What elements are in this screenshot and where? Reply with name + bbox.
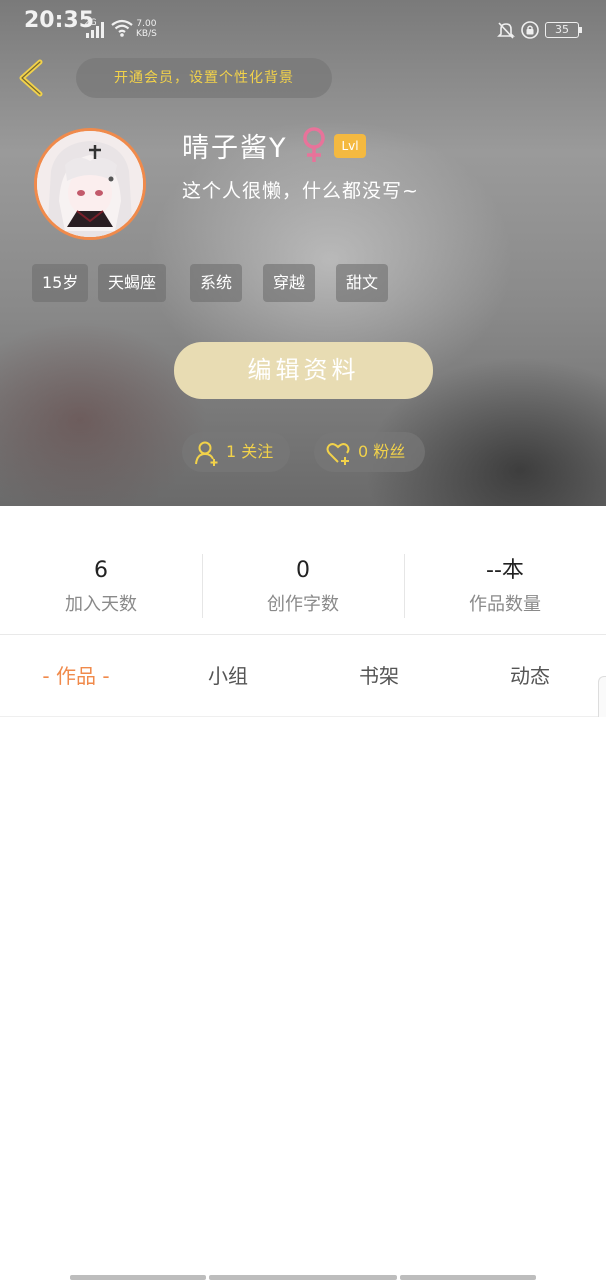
profile-header: 20:35 2G 7.00 KB/S 35 开通会员，设置个性化背景 晴子酱Y … (0, 0, 606, 506)
tag-genre: 系统 (190, 264, 243, 302)
tag-genre: 穿越 (263, 264, 316, 302)
net-speed: 7.00 KB/S (136, 19, 157, 39)
tab-bookshelf[interactable]: 书架 (303, 635, 455, 717)
tab-content (0, 717, 606, 1277)
status-bar: 20:35 2G 7.00 KB/S 35 (0, 0, 606, 44)
tab-activity[interactable]: 动态 (454, 635, 606, 717)
stat-value: 6 (94, 558, 108, 583)
stat-label: 加入天数 (65, 594, 137, 615)
fans-label: 0 粉丝 (358, 442, 406, 461)
stat-label: 作品数量 (469, 594, 541, 615)
stat-word-count: 0 创作字数 (202, 554, 404, 624)
heart-add-icon (326, 443, 350, 465)
rotation-lock-icon (521, 21, 539, 39)
tab-works[interactable]: - 作品 - (0, 635, 152, 717)
net-speed-value: 7.00 (136, 19, 157, 29)
user-add-icon (195, 441, 218, 466)
avatar-image (37, 131, 143, 237)
net-speed-unit: KB/S (136, 29, 157, 39)
nav-indicator (70, 1275, 206, 1280)
stat-value: 0 (296, 558, 310, 583)
wifi-icon (111, 19, 133, 37)
bell-off-icon (497, 22, 515, 39)
nav-indicator (400, 1275, 536, 1280)
female-icon (303, 127, 325, 162)
stat-value: --本 (486, 558, 524, 583)
battery-tip (579, 27, 582, 33)
username: 晴子酱Y (182, 133, 288, 164)
edit-profile-button[interactable]: 编辑资料 (174, 342, 433, 399)
fans-button[interactable]: 0 粉丝 (314, 432, 425, 472)
battery-indicator: 35 (545, 22, 579, 38)
bio: 这个人很懒，什么都没写~ (182, 180, 419, 202)
level-badge: Lvl (334, 134, 366, 158)
following-label: 1 关注 (226, 442, 274, 461)
stat-works-count: --本 作品数量 (404, 554, 606, 624)
back-button[interactable] (14, 56, 50, 100)
stat-join-days: 6 加入天数 (0, 554, 202, 624)
stat-label: 创作字数 (267, 594, 339, 615)
vip-banner[interactable]: 开通会员，设置个性化背景 (76, 58, 332, 98)
tab-bar: - 作品 - 小组 书架 动态 (0, 635, 606, 717)
signal-icon (86, 22, 104, 38)
avatar[interactable] (34, 128, 146, 240)
following-button[interactable]: 1 关注 (182, 432, 290, 472)
tag-genre: 甜文 (336, 264, 389, 302)
nav-indicator (209, 1275, 397, 1280)
tab-groups[interactable]: 小组 (152, 635, 304, 717)
tag-zodiac: 天蝎座 (98, 264, 167, 302)
tag-age: 15岁 (32, 264, 89, 302)
stats-panel: 6 加入天数 0 创作字数 --本 作品数量 (0, 506, 606, 634)
